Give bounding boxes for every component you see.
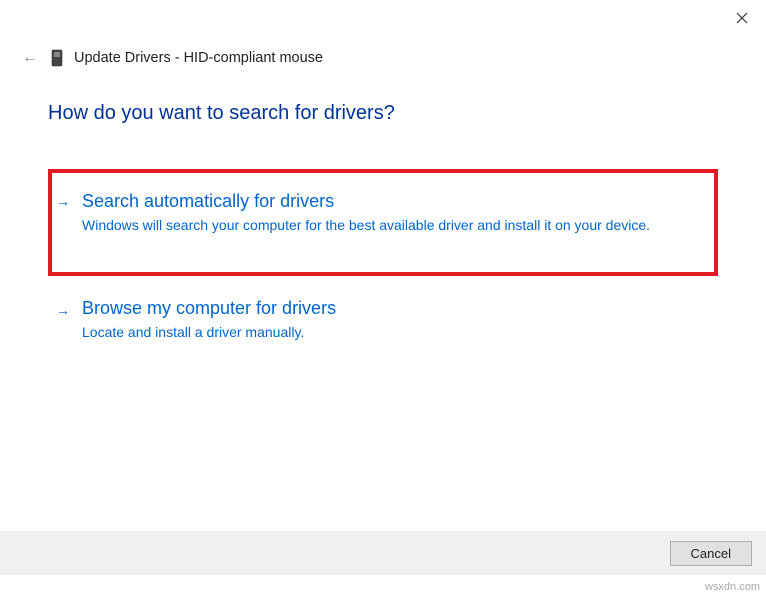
arrow-right-icon: → <box>56 193 70 209</box>
arrow-right-icon: → <box>56 302 70 318</box>
option-title: Search automatically for drivers <box>82 191 700 212</box>
option-browse-computer[interactable]: → Browse my computer for drivers Locate … <box>48 298 718 343</box>
window-title: Update Drivers - HID-compliant mouse <box>74 50 323 66</box>
titlebar <box>0 0 766 36</box>
cancel-button[interactable]: Cancel <box>670 541 752 566</box>
watermark: wsxdn.com <box>705 581 760 593</box>
footer: Cancel <box>0 531 766 575</box>
device-icon <box>50 48 64 68</box>
header: ← Update Drivers - HID-compliant mouse <box>0 36 766 78</box>
back-arrow-icon[interactable]: ← <box>22 49 42 67</box>
option-description: Locate and install a driver manually. <box>82 323 700 343</box>
page-heading: How do you want to search for drivers? <box>48 102 718 125</box>
option-description: Windows will search your computer for th… <box>82 216 700 236</box>
option-search-automatically[interactable]: → Search automatically for drivers Windo… <box>48 169 718 276</box>
close-icon[interactable] <box>732 8 752 28</box>
option-title: Browse my computer for drivers <box>82 298 700 319</box>
content-area: How do you want to search for drivers? →… <box>0 78 766 342</box>
